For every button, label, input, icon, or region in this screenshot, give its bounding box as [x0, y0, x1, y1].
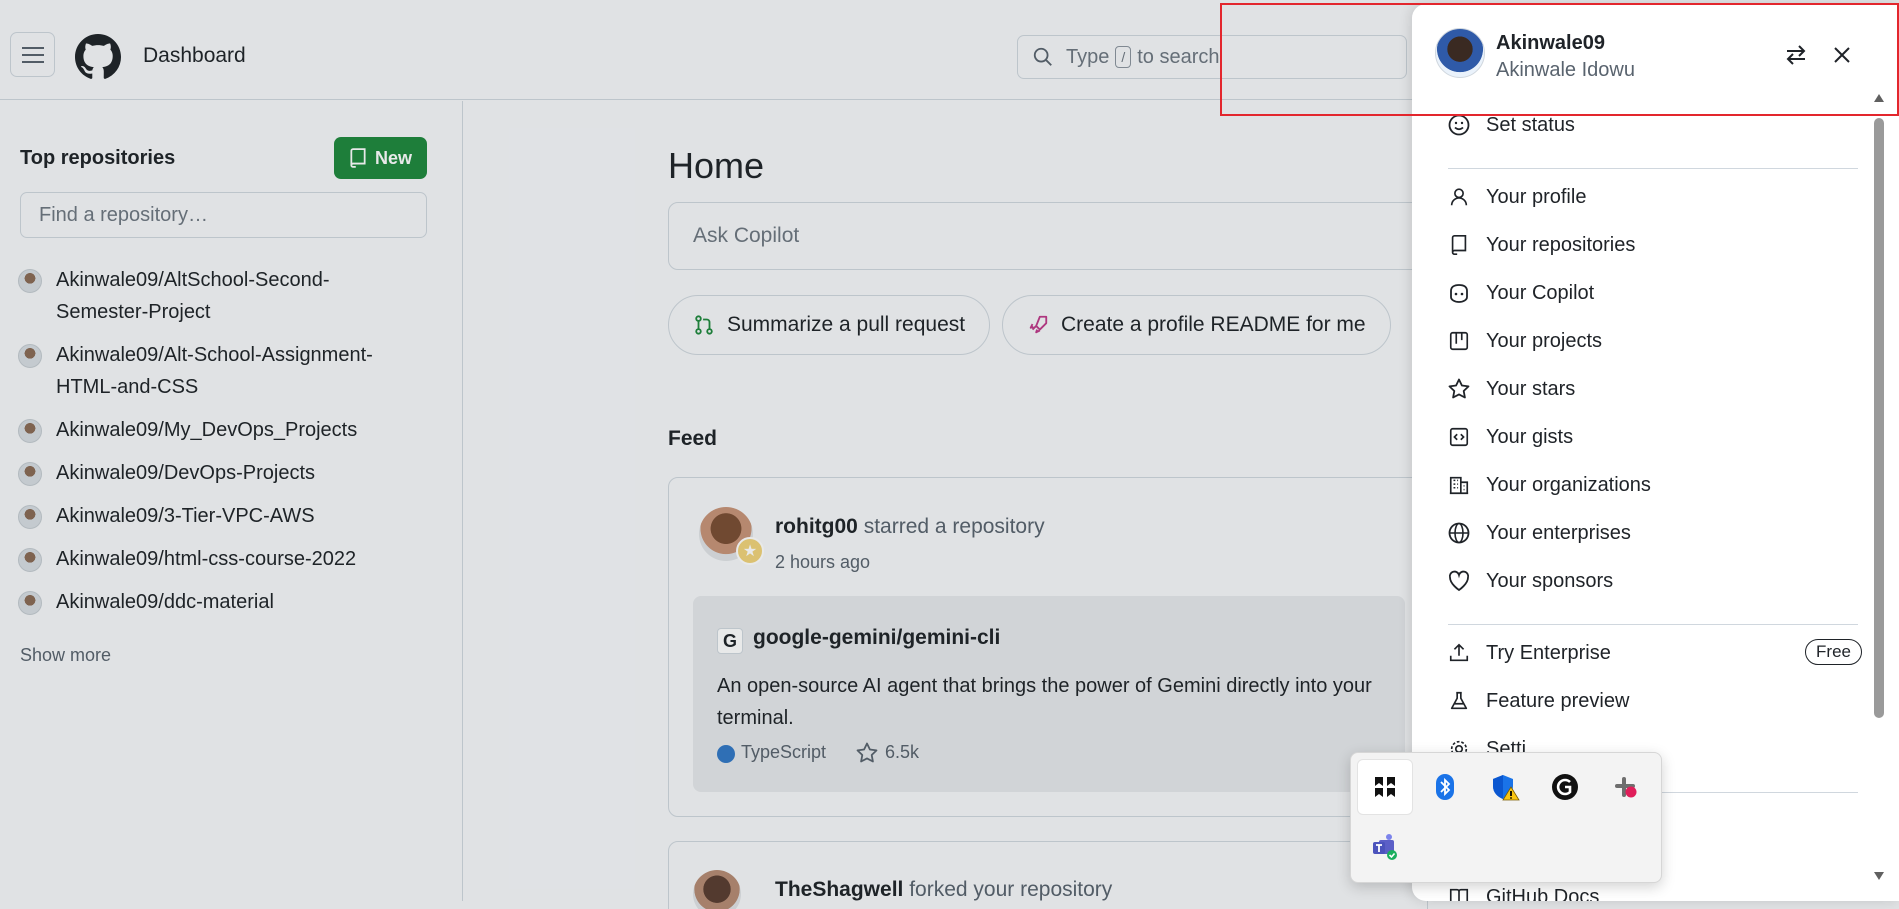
menu-item-your-repositories[interactable]: Your repositories — [1446, 225, 1866, 265]
person-icon — [1446, 184, 1472, 210]
menu-item-your-profile[interactable]: Your profile — [1446, 177, 1866, 217]
copilot-icon — [1446, 280, 1472, 306]
star-icon — [1446, 376, 1472, 402]
teams-icon[interactable] — [1357, 819, 1413, 875]
globe-icon — [1446, 520, 1472, 546]
menu-item-your-copilot[interactable]: Your Copilot — [1446, 273, 1866, 313]
menu-divider — [1448, 624, 1858, 625]
menu-item-label: Your projects — [1486, 329, 1602, 352]
book-icon — [1446, 884, 1472, 901]
scroll-thumb[interactable] — [1874, 118, 1884, 718]
slack-icon[interactable] — [1597, 759, 1653, 815]
menu-item-label: GitHub Docs — [1486, 885, 1600, 902]
menu-item-label: Try Enterprise — [1486, 641, 1611, 664]
menu-item-label: Set status — [1486, 113, 1575, 136]
repo-icon — [1446, 232, 1472, 258]
scroll-down-arrow-icon[interactable] — [1874, 872, 1884, 880]
menu-item-try-enterprise[interactable]: Try Enterprise Free — [1446, 633, 1866, 673]
project-icon — [1446, 328, 1472, 354]
menu-item-label: Your enterprises — [1486, 521, 1631, 544]
menu-item-label: Your organizations — [1486, 473, 1651, 496]
menu-item-label: Feature preview — [1486, 689, 1630, 712]
menu-item-your-gists[interactable]: Your gists — [1446, 417, 1866, 457]
tray-app-icon[interactable] — [1357, 759, 1413, 815]
panel-scrollbar[interactable] — [1872, 94, 1886, 901]
highlight-box — [1220, 3, 1899, 116]
bluetooth-icon[interactable] — [1417, 759, 1473, 815]
beaker-icon — [1446, 688, 1472, 714]
code-square-icon — [1446, 424, 1472, 450]
menu-item-your-organizations[interactable]: Your organizations — [1446, 465, 1866, 505]
upload-icon — [1446, 640, 1472, 666]
menu-item-label: Your profile — [1486, 185, 1587, 208]
grammarly-icon[interactable] — [1537, 759, 1593, 815]
organization-icon — [1446, 472, 1472, 498]
menu-item-label: Your Copilot — [1486, 281, 1595, 304]
heart-icon — [1446, 568, 1472, 594]
menu-item-label: Your stars — [1486, 377, 1576, 400]
menu-item-feature-preview[interactable]: Feature preview — [1446, 681, 1866, 721]
menu-item-label: Your repositories — [1486, 233, 1636, 256]
menu-item-your-projects[interactable]: Your projects — [1446, 321, 1866, 361]
menu-item-label: Your gists — [1486, 425, 1574, 448]
menu-item-label: Your sponsors — [1486, 569, 1614, 592]
defender-warning-icon[interactable] — [1477, 759, 1533, 815]
menu-item-your-sponsors[interactable]: Your sponsors — [1446, 561, 1866, 601]
system-tray-flyout — [1350, 752, 1662, 883]
menu-item-your-stars[interactable]: Your stars — [1446, 369, 1866, 409]
menu-divider — [1448, 168, 1858, 169]
menu-item-your-enterprises[interactable]: Your enterprises — [1446, 513, 1866, 553]
free-badge: Free — [1805, 639, 1862, 665]
